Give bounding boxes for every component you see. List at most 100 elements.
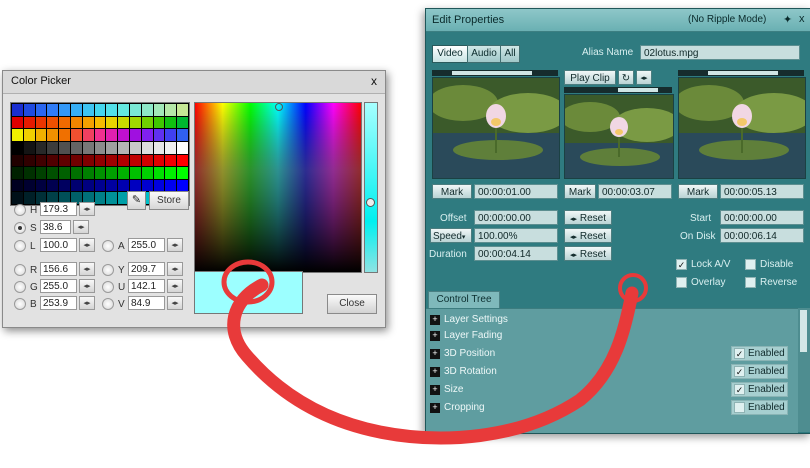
color-swatch[interactable] bbox=[165, 167, 177, 179]
spectrum-marker[interactable] bbox=[275, 103, 283, 111]
color-swatch[interactable] bbox=[82, 167, 94, 179]
radio-r[interactable] bbox=[14, 264, 26, 276]
color-picker-titlebar[interactable]: Color Picker x bbox=[3, 71, 385, 94]
mark-start-field[interactable]: 00:00:01.00 bbox=[474, 184, 558, 199]
color-swatch[interactable] bbox=[23, 129, 35, 141]
color-swatch[interactable] bbox=[153, 116, 165, 129]
color-swatch[interactable] bbox=[12, 154, 23, 167]
color-swatch[interactable] bbox=[177, 179, 188, 192]
color-swatch[interactable] bbox=[106, 141, 118, 154]
color-swatch[interactable] bbox=[165, 104, 177, 116]
color-swatch[interactable] bbox=[94, 192, 106, 204]
value-slider[interactable] bbox=[364, 102, 378, 273]
color-swatch[interactable] bbox=[59, 154, 70, 167]
disable-checkbox[interactable] bbox=[745, 259, 756, 270]
radio-v[interactable] bbox=[102, 298, 114, 310]
color-swatch[interactable] bbox=[177, 167, 188, 179]
value-slider-handle[interactable] bbox=[366, 198, 375, 207]
a-field[interactable]: 255.0 bbox=[128, 238, 165, 252]
color-swatch[interactable] bbox=[165, 179, 177, 192]
color-swatch[interactable] bbox=[82, 141, 94, 154]
speed-field[interactable]: 100.00% bbox=[474, 228, 558, 243]
start-field[interactable]: 00:00:00.00 bbox=[720, 210, 804, 225]
color-swatch[interactable] bbox=[23, 192, 35, 204]
color-swatch[interactable] bbox=[35, 129, 47, 141]
v-stepper[interactable]: ◂▸ bbox=[167, 296, 183, 310]
color-swatch[interactable] bbox=[106, 154, 118, 167]
radio-b[interactable] bbox=[14, 298, 26, 310]
color-swatch[interactable] bbox=[47, 129, 59, 141]
color-swatch[interactable] bbox=[118, 141, 129, 154]
color-swatch[interactable] bbox=[82, 104, 94, 116]
color-swatch[interactable] bbox=[94, 179, 106, 192]
color-swatch[interactable] bbox=[130, 154, 141, 167]
radio-a[interactable] bbox=[102, 240, 114, 252]
color-swatch[interactable] bbox=[130, 167, 141, 179]
color-swatch[interactable] bbox=[106, 129, 118, 141]
color-swatch[interactable] bbox=[130, 179, 141, 192]
color-swatch[interactable] bbox=[106, 179, 118, 192]
mark-button-end[interactable]: Mark bbox=[678, 184, 718, 199]
color-swatch[interactable] bbox=[23, 167, 35, 179]
b-field[interactable]: 253.9 bbox=[40, 296, 77, 310]
color-swatch[interactable] bbox=[177, 104, 188, 116]
color-swatch[interactable] bbox=[35, 154, 47, 167]
color-swatch[interactable] bbox=[94, 116, 106, 129]
y-field[interactable]: 209.7 bbox=[128, 262, 165, 276]
l-stepper[interactable]: ◂▸ bbox=[79, 238, 95, 252]
radio-y[interactable] bbox=[102, 264, 114, 276]
step-icon[interactable]: ◂▸ bbox=[636, 70, 652, 85]
mark-end-field[interactable]: 00:00:05.13 bbox=[720, 184, 804, 199]
color-swatch[interactable] bbox=[71, 154, 82, 167]
color-swatch[interactable] bbox=[12, 192, 23, 204]
color-swatch[interactable] bbox=[141, 154, 153, 167]
color-swatch[interactable] bbox=[47, 141, 59, 154]
a-stepper[interactable]: ◂▸ bbox=[167, 238, 183, 252]
h-field[interactable]: 179.3 bbox=[40, 202, 77, 216]
color-swatch[interactable] bbox=[59, 179, 70, 192]
enabled-toggle-size[interactable]: ✓ Enabled bbox=[731, 382, 788, 397]
tree-item-size[interactable]: + Size bbox=[430, 381, 730, 399]
color-swatch[interactable] bbox=[141, 104, 153, 116]
expand-icon[interactable]: + bbox=[430, 403, 440, 413]
color-swatch[interactable] bbox=[94, 129, 106, 141]
color-swatch[interactable] bbox=[165, 129, 177, 141]
color-swatch[interactable] bbox=[82, 116, 94, 129]
eyedropper-button[interactable]: ✎ bbox=[127, 191, 146, 210]
color-swatch[interactable] bbox=[12, 104, 23, 116]
color-swatch[interactable] bbox=[23, 179, 35, 192]
color-swatch[interactable] bbox=[94, 167, 106, 179]
color-swatch[interactable] bbox=[12, 141, 23, 154]
radio-s[interactable] bbox=[14, 222, 26, 234]
color-swatch[interactable] bbox=[23, 141, 35, 154]
expand-icon[interactable]: + bbox=[430, 315, 440, 325]
color-swatch[interactable] bbox=[177, 141, 188, 154]
color-swatch[interactable] bbox=[177, 154, 188, 167]
color-swatch[interactable] bbox=[71, 104, 82, 116]
color-swatch[interactable] bbox=[165, 141, 177, 154]
store-button[interactable]: Store bbox=[149, 191, 189, 210]
color-swatch[interactable] bbox=[71, 116, 82, 129]
alias-name-field[interactable]: 02lotus.mpg bbox=[640, 45, 800, 60]
color-swatch[interactable] bbox=[141, 167, 153, 179]
color-swatch[interactable] bbox=[141, 141, 153, 154]
color-swatch[interactable] bbox=[12, 167, 23, 179]
tree-item-layer-fading[interactable]: + Layer Fading bbox=[430, 327, 730, 345]
tree-scrollbar[interactable] bbox=[798, 308, 810, 432]
color-swatch[interactable] bbox=[23, 116, 35, 129]
color-swatch[interactable] bbox=[106, 116, 118, 129]
color-swatch[interactable] bbox=[12, 179, 23, 192]
color-swatch[interactable] bbox=[141, 129, 153, 141]
color-swatch[interactable] bbox=[35, 104, 47, 116]
reverse-checkbox[interactable] bbox=[745, 277, 756, 288]
color-swatch[interactable] bbox=[165, 116, 177, 129]
close-icon[interactable]: x bbox=[799, 13, 805, 25]
color-swatch[interactable] bbox=[141, 179, 153, 192]
color-swatch[interactable] bbox=[130, 116, 141, 129]
l-field[interactable]: 100.0 bbox=[40, 238, 77, 252]
expand-icon[interactable]: + bbox=[430, 331, 440, 341]
enabled-checkbox[interactable]: ✓ bbox=[734, 366, 745, 377]
y-stepper[interactable]: ◂▸ bbox=[167, 262, 183, 276]
color-swatch[interactable] bbox=[82, 179, 94, 192]
enabled-toggle-cropping[interactable]: Enabled bbox=[731, 400, 788, 415]
